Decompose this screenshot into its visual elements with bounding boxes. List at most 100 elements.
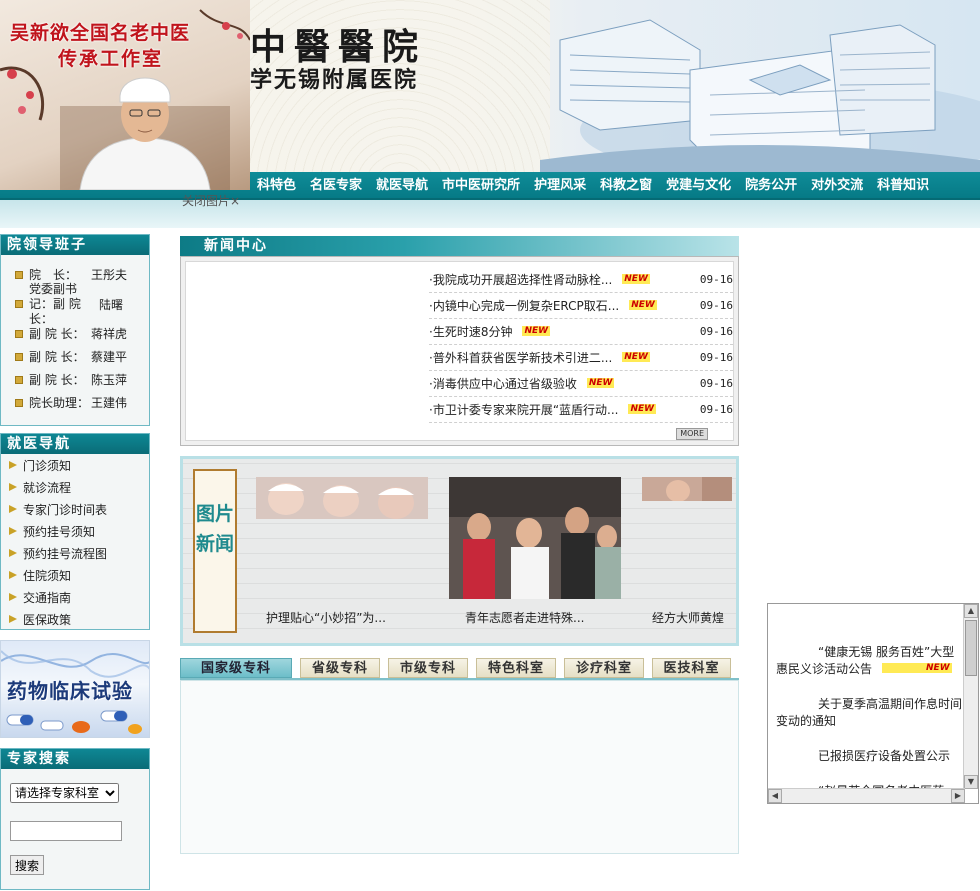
- leadership-title: 院领导班子: [1, 235, 149, 255]
- list-item[interactable]: ·我院成功开展超选择性肾动脉栓... NEW 09-16: [429, 267, 733, 293]
- expert-search-title: 专家搜索: [1, 749, 149, 769]
- news-title[interactable]: ·市卫计委专家来院开展“蓝盾行动...: [429, 403, 618, 417]
- list-item[interactable]: ·消毒供应中心通过省级验收 NEW 09-16: [429, 371, 733, 397]
- notice-list: “健康无锡 服务百姓”大型惠民义诊活动公告 NEW 关于夏季高温期间作息时间变动的…: [776, 644, 964, 803]
- leader-row: 党委副书记：副 院 长： 陆曙: [1, 282, 149, 326]
- leader-name[interactable]: 陆曙: [99, 296, 123, 313]
- vertical-scroll-thumb[interactable]: [965, 620, 977, 676]
- promo-close-button[interactable]: 关闭图片×: [182, 192, 240, 209]
- leader-role: 副 院 长：: [29, 327, 85, 341]
- new-badge-icon: NEW: [629, 300, 657, 310]
- notice-item[interactable]: 已报损医疗设备处置公示: [776, 748, 964, 765]
- guide-link-appointment-flow[interactable]: 预约挂号流程图: [1, 542, 149, 564]
- list-item[interactable]: ·普外科首获省医学新技术引进二... NEW 09-16: [429, 345, 733, 371]
- news-date: 09-16: [699, 403, 733, 416]
- leader-name[interactable]: 王建伟: [91, 394, 127, 411]
- volunteer-photo: [449, 477, 621, 599]
- expert-search-box: 专家搜索 请选择专家科室 搜索: [0, 748, 150, 890]
- guide-link-outpatient[interactable]: 门诊须知: [1, 454, 149, 476]
- photo-caption[interactable]: 经方大师黄煌: [652, 609, 724, 626]
- news-list: ·我院成功开展超选择性肾动脉栓... NEW 09-16 ·内镜中心完成一例复杂E…: [429, 267, 733, 423]
- promo-title-line1: 吴新欲全国名老中医: [10, 22, 191, 44]
- floating-promo-image[interactable]: 吴新欲全国名老中医 传承工作室: [0, 0, 250, 190]
- new-badge-icon: NEW: [586, 378, 615, 388]
- tab-national-specialty[interactable]: 国家级专科: [180, 658, 292, 678]
- photo-caption[interactable]: 护理贴心“小妙招”为...: [266, 609, 386, 626]
- guide-title: 就医导航: [1, 434, 149, 454]
- leader-role: 院长助理：: [29, 396, 90, 410]
- news-center: ·我院成功开展超选择性肾动脉栓... NEW 09-16 ·内镜中心完成一例复杂E…: [180, 256, 739, 446]
- nav-item-institute[interactable]: 市中医研究所: [435, 172, 527, 199]
- arrow-bullet-icon: [9, 571, 17, 579]
- leader-name[interactable]: 蒋祥虎: [91, 325, 127, 342]
- tab-medtech-dept[interactable]: 医技科室: [652, 658, 731, 678]
- news-more-button[interactable]: MORE: [676, 428, 708, 440]
- leader-name[interactable]: 陈玉萍: [91, 371, 127, 388]
- guide-link-appointment[interactable]: 预约挂号须知: [1, 520, 149, 542]
- guide-link-traffic[interactable]: 交通指南: [1, 586, 149, 608]
- expert-search-input[interactable]: [10, 821, 122, 841]
- nav-item-party[interactable]: 党建与文化: [659, 172, 738, 199]
- photo-news: 图片新闻 护理贴心“小妙招”为... 青年志愿者走进特殊... 经方大师黄煌: [180, 456, 739, 646]
- notice-item[interactable]: 关于夏季高温期间作息时间变动的通知: [776, 696, 964, 730]
- guide-link-process[interactable]: 就诊流程: [1, 476, 149, 498]
- tab-clinical-dept[interactable]: 诊疗科室: [564, 658, 644, 678]
- scroll-down-arrow-icon[interactable]: ▼: [964, 775, 978, 789]
- horizontal-scrollbar[interactable]: ◀ ▶: [768, 788, 965, 803]
- new-badge-icon: NEW: [628, 404, 657, 414]
- list-item[interactable]: ·生死时速8分钟 NEW 09-16: [429, 319, 733, 345]
- scroll-up-arrow-icon[interactable]: ▲: [964, 604, 978, 618]
- guide-link-schedule[interactable]: 专家门诊时间表: [1, 498, 149, 520]
- news-date: 09-16: [699, 273, 733, 286]
- list-item[interactable]: ·市卫计委专家来院开展“蓝盾行动... NEW 09-16: [429, 397, 733, 423]
- guide-box: 就医导航 门诊须知 就诊流程 专家门诊时间表 预约挂号须知 预约挂号流程图 住院…: [0, 433, 150, 630]
- leader-name[interactable]: 王彤夫: [91, 266, 127, 283]
- arrow-bullet-icon: [9, 527, 17, 535]
- nav-item-guide[interactable]: 就医导航: [369, 172, 435, 199]
- guide-link-inpatient[interactable]: 住院须知: [1, 564, 149, 586]
- arrow-bullet-icon: [9, 505, 17, 513]
- arrow-bullet-icon: [9, 461, 17, 469]
- nav-item-experts[interactable]: 名医专家: [303, 172, 369, 199]
- news-title[interactable]: ·生死时速8分钟: [429, 325, 512, 339]
- leader-row: 副 院 长： 蔡建平: [1, 345, 149, 368]
- bullet-icon: [15, 329, 23, 338]
- notice-item[interactable]: “健康无锡 服务百姓”大型惠民义诊活动公告 NEW: [776, 644, 964, 678]
- arrow-bullet-icon: [9, 615, 17, 623]
- scroll-left-arrow-icon[interactable]: ◀: [768, 789, 782, 803]
- nav-item-science[interactable]: 科普知识: [870, 172, 936, 199]
- clinical-trial-banner[interactable]: 药物临床试验: [0, 640, 150, 738]
- news-title[interactable]: ·内镜中心完成一例复杂ERCP取石...: [429, 299, 619, 313]
- bullet-icon: [15, 398, 23, 407]
- nav-item-specialty[interactable]: 科特色: [250, 172, 303, 199]
- tab-provincial-specialty[interactable]: 省级专科: [300, 658, 380, 678]
- notice-scroll-box: “健康无锡 服务百姓”大型惠民义诊活动公告 NEW 关于夏季高温期间作息时间变动的…: [767, 603, 979, 804]
- leader-row: 院长助理： 王建伟: [1, 391, 149, 414]
- expert-department-select[interactable]: 请选择专家科室: [10, 783, 119, 803]
- nav-item-affairs[interactable]: 院务公开: [738, 172, 804, 199]
- scroll-right-arrow-icon[interactable]: ▶: [951, 789, 965, 803]
- photo-caption[interactable]: 青年志愿者走进特殊...: [465, 609, 584, 626]
- search-button[interactable]: 搜索: [10, 855, 45, 875]
- leader-role: 院 长：: [29, 268, 78, 282]
- nav-item-nursing[interactable]: 护理风采: [527, 172, 593, 199]
- department-tabs: 国家级专科 省级专科 市级专科 特色科室 诊疗科室 医技科室: [180, 658, 739, 680]
- master-photo: [642, 477, 732, 501]
- leader-name[interactable]: 蔡建平: [91, 348, 127, 365]
- arrow-bullet-icon: [9, 593, 17, 601]
- bullet-icon: [15, 300, 23, 308]
- news-title[interactable]: ·我院成功开展超选择性肾动脉栓...: [429, 273, 612, 287]
- news-title[interactable]: ·消毒供应中心通过省级验收: [429, 377, 577, 391]
- news-section-title: 新闻中心: [180, 236, 739, 256]
- vertical-scrollbar[interactable]: ▲ ▼: [963, 604, 978, 789]
- list-item[interactable]: ·内镜中心完成一例复杂ERCP取石... NEW 09-16: [429, 293, 733, 319]
- arrow-bullet-icon: [9, 549, 17, 557]
- nav-item-education[interactable]: 科教之窗: [593, 172, 659, 199]
- guide-link-insurance[interactable]: 医保政策: [1, 608, 149, 630]
- nav-item-exchange[interactable]: 对外交流: [804, 172, 870, 199]
- department-tab-content: [180, 680, 739, 854]
- tab-featured-dept[interactable]: 特色科室: [476, 658, 556, 678]
- tab-city-specialty[interactable]: 市级专科: [388, 658, 468, 678]
- news-title[interactable]: ·普外科首获省医学新技术引进二...: [429, 351, 612, 365]
- clinical-trial-text: 药物临床试验: [7, 679, 133, 703]
